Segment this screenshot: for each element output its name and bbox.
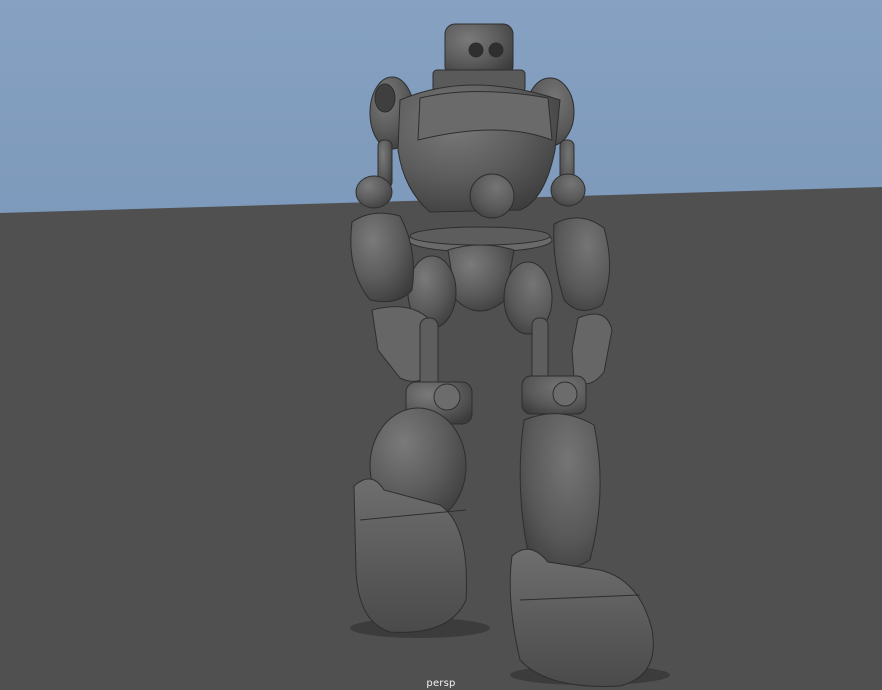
persp-viewport[interactable]: persp [0,0,882,690]
camera-name-label: persp [426,678,456,689]
viewport-scene[interactable] [0,0,882,690]
